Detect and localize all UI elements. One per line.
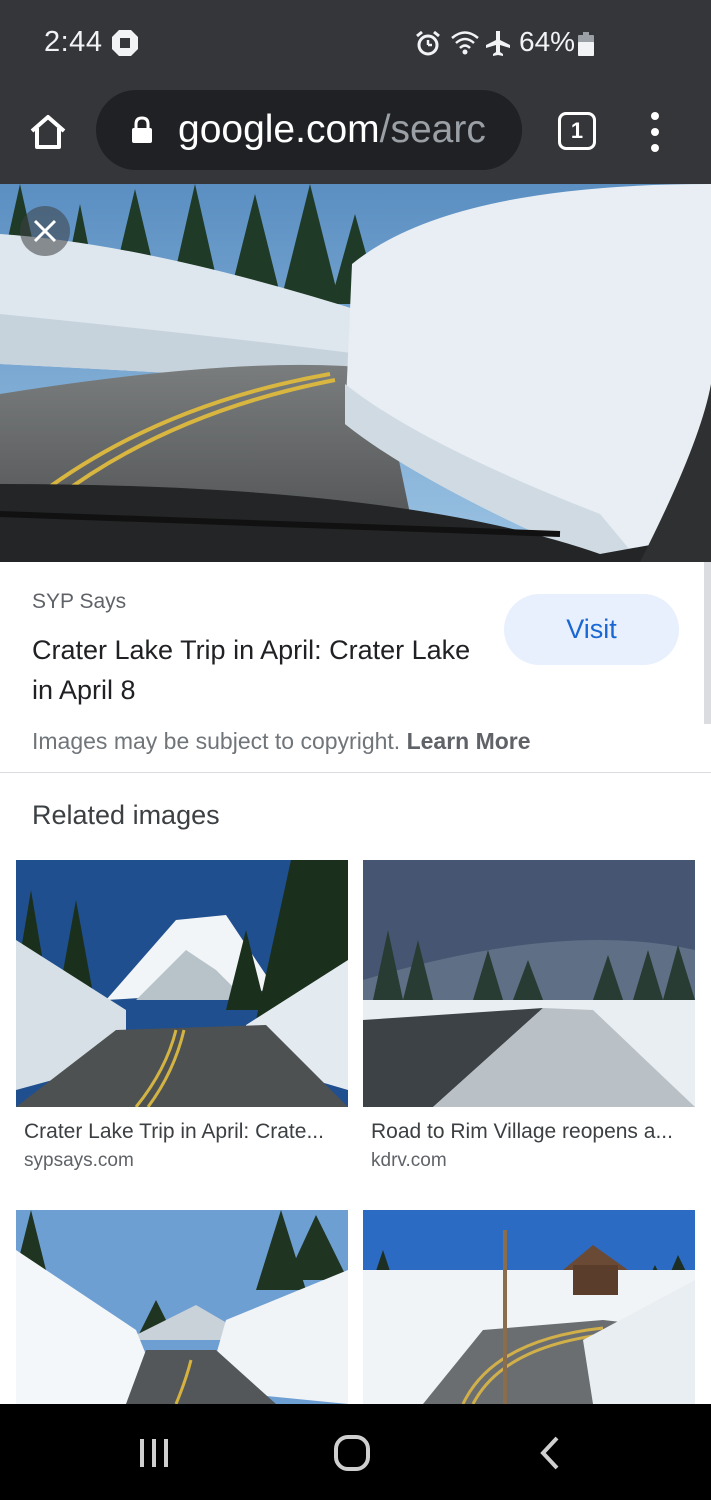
menu-dot bbox=[651, 128, 659, 136]
learn-more-link[interactable]: Learn More bbox=[407, 728, 531, 754]
browser-toolbar: google.com/searc 1 bbox=[0, 88, 711, 184]
system-nav-bar bbox=[0, 1404, 711, 1500]
source-name[interactable]: SYP Says bbox=[32, 590, 126, 614]
copyright-notice: Images may be subject to copyright. Lear… bbox=[32, 728, 531, 755]
recent-apps-icon bbox=[140, 1439, 168, 1467]
related-image-3[interactable] bbox=[16, 1210, 348, 1404]
url-path: /searc bbox=[379, 108, 486, 151]
status-bar: 2:44 64% bbox=[0, 0, 711, 88]
back-icon bbox=[540, 1436, 559, 1470]
chase-icon bbox=[110, 28, 140, 58]
related-image-2[interactable] bbox=[363, 860, 695, 1107]
lock-icon bbox=[130, 116, 154, 144]
image-title[interactable]: Crater Lake Trip in April: Crater Lake i… bbox=[32, 630, 472, 710]
close-icon bbox=[33, 219, 57, 243]
wifi-icon bbox=[450, 30, 480, 56]
address-bar[interactable]: google.com/searc bbox=[96, 90, 522, 170]
recent-apps-button[interactable] bbox=[126, 1428, 182, 1478]
home-nav-button[interactable] bbox=[324, 1428, 380, 1478]
close-button[interactable] bbox=[20, 206, 70, 256]
airplane-icon bbox=[484, 29, 512, 57]
preview-image[interactable] bbox=[0, 184, 711, 562]
related-image-1[interactable] bbox=[16, 860, 348, 1107]
divider bbox=[0, 772, 711, 773]
related-caption[interactable]: Road to Rim Village reopens a... bbox=[363, 1120, 695, 1144]
back-button[interactable] bbox=[522, 1428, 578, 1478]
battery-icon bbox=[578, 32, 594, 56]
related-domain: kdrv.com bbox=[371, 1150, 447, 1171]
home-icon bbox=[30, 115, 66, 149]
home-circle-icon bbox=[334, 1435, 370, 1471]
menu-dot bbox=[651, 144, 659, 152]
related-caption[interactable]: Crater Lake Trip in April: Crate... bbox=[16, 1120, 348, 1144]
tab-switcher-button[interactable]: 1 bbox=[558, 112, 596, 150]
visit-button[interactable]: Visit bbox=[504, 594, 679, 665]
alarm-icon bbox=[414, 30, 442, 58]
home-button[interactable] bbox=[22, 106, 74, 158]
menu-dot bbox=[651, 112, 659, 120]
battery-percent: 64% bbox=[519, 26, 576, 57]
url-domain: google.com bbox=[178, 108, 380, 151]
related-image-4[interactable] bbox=[363, 1210, 695, 1404]
related-domain: sypsays.com bbox=[24, 1150, 134, 1171]
scrollbar[interactable] bbox=[704, 562, 711, 724]
overflow-menu-button[interactable] bbox=[636, 108, 674, 156]
copyright-text: Images may be subject to copyright. bbox=[32, 728, 401, 754]
url-text: google.com/searc bbox=[178, 108, 486, 152]
related-images-heading: Related images bbox=[32, 800, 220, 830]
status-time: 2:44 bbox=[44, 26, 103, 58]
